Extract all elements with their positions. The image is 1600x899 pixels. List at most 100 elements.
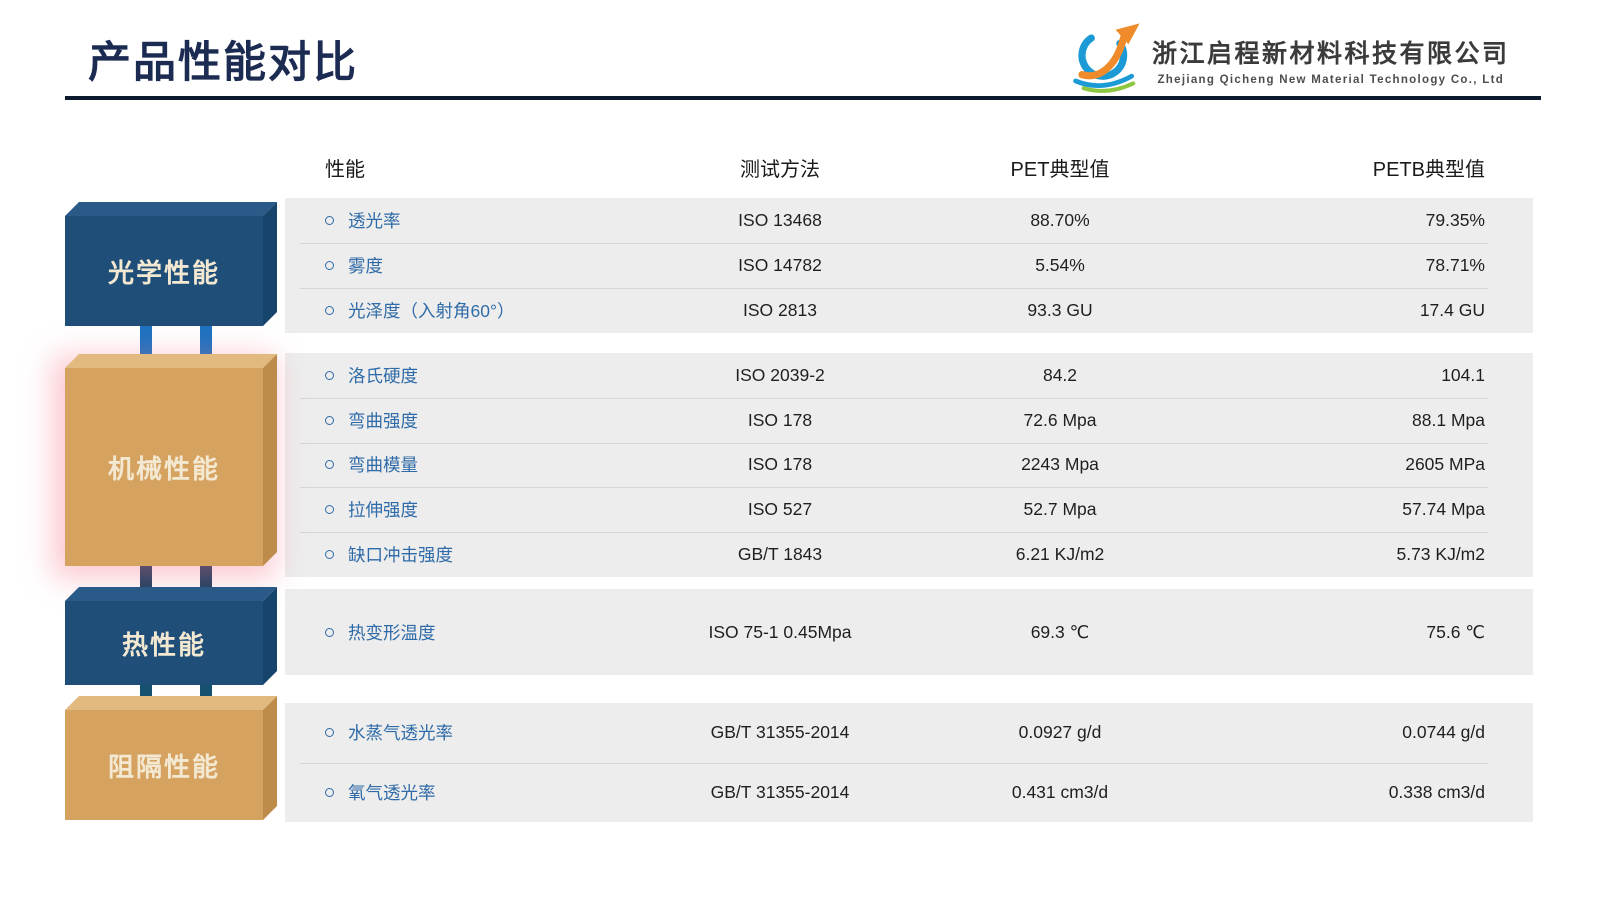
circle-bullet-icon [325,460,334,469]
slide: 产品性能对比 浙江启程新材料科技有限公司 Zhejiang Qicheng Ne… [0,0,1600,899]
property-cell: 热变形温度 [285,620,675,645]
circle-bullet-icon [325,371,334,380]
pet-typical-value: 2243 Mpa [885,454,1235,475]
table-group-panel: 水蒸气透光率GB/T 31355-20140.0927 g/d0.0744 g/… [285,703,1533,822]
table-group-panel: 透光率 ISO 1346888.70%79.35% 雾度 ISO 147825.54%… [285,198,1533,333]
company-logo-icon [1066,20,1146,99]
category-box-barrier: 阻隔性能 [65,710,263,820]
circle-bullet-icon [325,416,334,425]
test-method-value: ISO 178 [675,454,885,475]
header-divider [65,96,1541,100]
col-header-pet: PET典型值 [885,153,1235,182]
table-row: 光泽度（入射角60°）ISO 281393.3 GU17.4 GU [285,288,1533,333]
table-header-row: 性能 测试方法 PET典型值 PETB典型值 [285,150,1533,184]
col-header-petb: PETB典型值 [1235,153,1533,182]
circle-bullet-icon [325,728,334,737]
property-label: 氧气透光率 [348,780,436,805]
pet-typical-value: 69.3 ℃ [885,622,1235,643]
category-label: 阻隔性能 [108,747,220,784]
petb-typical-value: 0.338 cm3/d [1235,782,1533,803]
page-title: 产品性能对比 [88,28,358,90]
circle-bullet-icon [325,628,334,637]
table-row: 氧气透光率 GB/T 31355-20140.431 cm3/d0.338 cm3… [285,763,1533,823]
property-cell: 弯曲模量 [285,452,675,477]
col-header-method: 测试方法 [675,153,885,182]
circle-bullet-icon [325,261,334,270]
petb-typical-value: 88.1 Mpa [1235,410,1533,431]
table-row: 弯曲强度 ISO 17872.6 Mpa88.1 Mpa [285,398,1533,443]
circle-bullet-icon [325,216,334,225]
test-method-value: ISO 178 [675,410,885,431]
company-logo: 浙江启程新材料科技有限公司 Zhejiang Qicheng New Mater… [1066,20,1510,99]
test-method-value: ISO 2039-2 [675,365,885,386]
company-name-en: Zhejiang Qicheng New Material Technology… [1152,74,1510,86]
pet-typical-value: 5.54% [885,255,1235,276]
category-box-mechanical: 机械性能 [65,368,263,566]
table-row: 水蒸气透光率 GB/T 31355-20140.0927 g/d0.0744 g/… [285,703,1533,763]
pet-typical-value: 0.431 cm3/d [885,782,1235,803]
category-box-thermal: 热性能 [65,601,263,685]
pet-typical-value: 6.21 KJ/m2 [885,544,1235,565]
table-row: 洛氏硬度 ISO 2039-284.2104.1 [285,353,1533,398]
circle-bullet-icon [325,550,334,559]
pet-typical-value: 72.6 Mpa [885,410,1235,431]
circle-bullet-icon [325,306,334,315]
test-method-value: GB/T 31355-2014 [675,782,885,803]
circle-bullet-icon [325,505,334,514]
circle-bullet-icon [325,788,334,797]
property-label: 雾度 [348,253,383,278]
property-label: 光泽度（入射角60°） [348,298,514,323]
property-cell: 弯曲强度 [285,408,675,433]
test-method-value: ISO 13468 [675,210,885,231]
pet-typical-value: 84.2 [885,365,1235,386]
petb-typical-value: 0.0744 g/d [1235,722,1533,743]
company-name-cn: 浙江启程新材料科技有限公司 [1152,34,1510,70]
property-cell: 水蒸气透光率 [285,720,675,745]
pet-typical-value: 52.7 Mpa [885,499,1235,520]
category-label: 热性能 [122,625,206,662]
property-label: 缺口冲击强度 [348,542,453,567]
table-row: 透光率 ISO 1346888.70%79.35% [285,198,1533,243]
table-row: 雾度 ISO 147825.54%78.71% [285,243,1533,288]
table-row: 缺口冲击强度 GB/T 18436.21 KJ/m25.73 KJ/m2 [285,532,1533,577]
pet-typical-value: 0.0927 g/d [885,722,1235,743]
petb-typical-value: 17.4 GU [1235,300,1533,321]
petb-typical-value: 57.74 Mpa [1235,499,1533,520]
table-row: 弯曲模量 ISO 1782243 Mpa2605 MPa [285,443,1533,488]
property-cell: 氧气透光率 [285,780,675,805]
table-row: 热变形温度 ISO 75-1 0.45Mpa69.3 ℃75.6 ℃ [285,589,1533,675]
property-label: 洛氏硬度 [348,363,418,388]
property-label: 透光率 [348,208,401,233]
petb-typical-value: 5.73 KJ/m2 [1235,544,1533,565]
property-cell: 拉伸强度 [285,497,675,522]
table-group-panel: 洛氏硬度ISO 2039-284.2104.1弯曲强度ISO 17872.6 M… [285,353,1533,577]
property-label: 水蒸气透光率 [348,720,453,745]
test-method-value: GB/T 31355-2014 [675,722,885,743]
company-name-block: 浙江启程新材料科技有限公司 Zhejiang Qicheng New Mater… [1152,34,1510,86]
test-method-value: GB/T 1843 [675,544,885,565]
category-label: 光学性能 [108,253,220,290]
pet-typical-value: 88.70% [885,210,1235,231]
pet-typical-value: 93.3 GU [885,300,1235,321]
property-label: 弯曲强度 [348,408,418,433]
col-header-property: 性能 [285,153,675,182]
property-label: 弯曲模量 [348,452,418,477]
category-box-optical: 光学性能 [65,216,263,326]
petb-typical-value: 104.1 [1235,365,1533,386]
test-method-value: ISO 14782 [675,255,885,276]
petb-typical-value: 79.35% [1235,210,1533,231]
property-cell: 缺口冲击强度 [285,542,675,567]
property-cell: 透光率 [285,208,675,233]
test-method-value: ISO 527 [675,499,885,520]
test-method-value: ISO 75-1 0.45Mpa [675,622,885,643]
property-label: 拉伸强度 [348,497,418,522]
property-label: 热变形温度 [348,620,436,645]
petb-typical-value: 75.6 ℃ [1235,622,1533,643]
property-cell: 洛氏硬度 [285,363,675,388]
category-label: 机械性能 [108,449,220,486]
petb-typical-value: 78.71% [1235,255,1533,276]
table-group-panel: 热变形温度 ISO 75-1 0.45Mpa69.3 ℃75.6 ℃ [285,589,1533,675]
table-row: 拉伸强度 ISO 52752.7 Mpa57.74 Mpa [285,487,1533,532]
petb-typical-value: 2605 MPa [1235,454,1533,475]
property-cell: 雾度 [285,253,675,278]
